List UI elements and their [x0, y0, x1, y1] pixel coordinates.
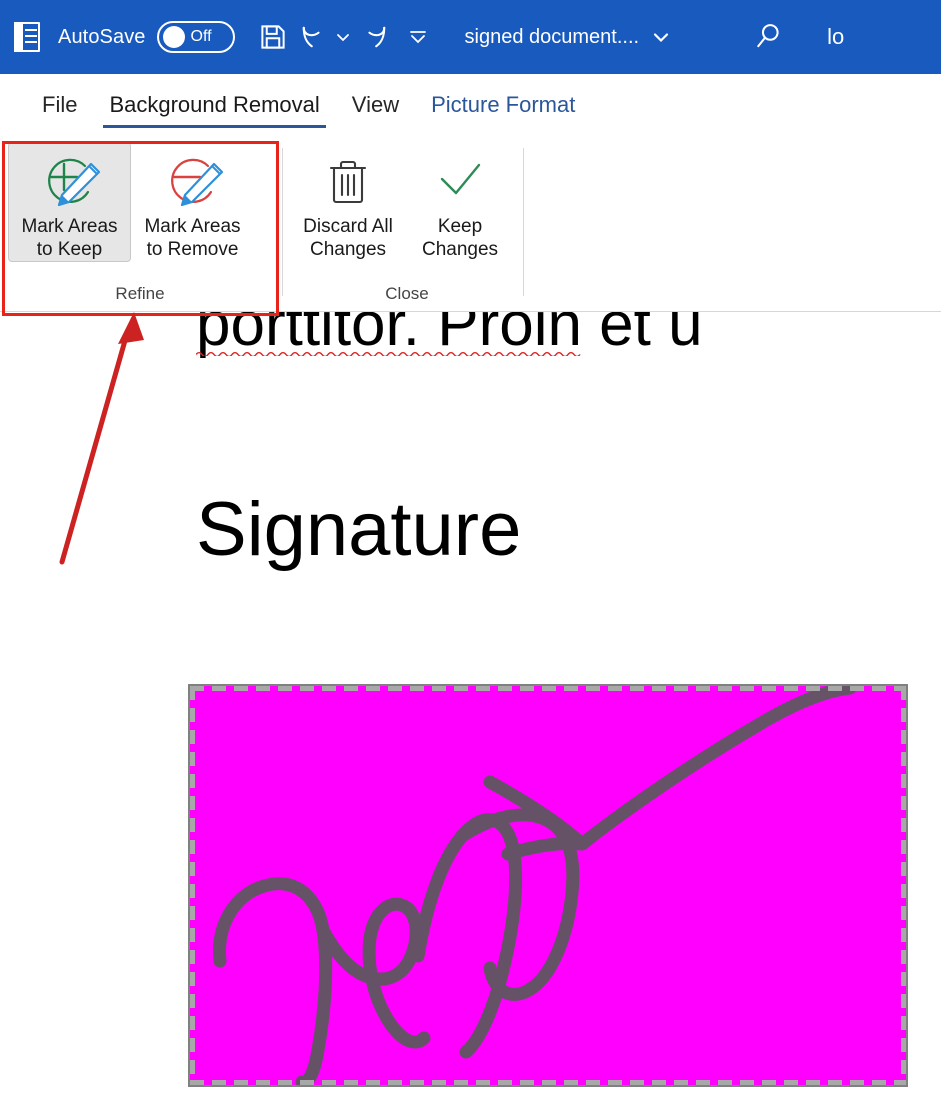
document-title: signed document....: [464, 25, 640, 48]
ribbon: Mark Areas to Keep Mark Areas to Remove: [0, 136, 941, 312]
keep-changes-label: Keep Changes: [421, 216, 499, 261]
customize-quick-access-toolbar-button[interactable]: [395, 10, 441, 64]
discard-all-changes-label: Discard All Changes: [303, 216, 393, 261]
word-icon: [10, 20, 44, 54]
tab-view[interactable]: View: [336, 80, 415, 130]
undo-button[interactable]: [295, 10, 331, 64]
selection-handle-bottom[interactable]: [190, 1080, 906, 1085]
group-divider: [523, 148, 524, 296]
save-icon: [260, 25, 285, 49]
spellcheck-underline: [196, 352, 581, 356]
mark-areas-to-keep-button[interactable]: Mark Areas to Keep: [8, 142, 131, 263]
checkmark-icon: [429, 151, 491, 215]
title-bar: AutoSave Off signed document.... lo: [0, 0, 941, 74]
search-button[interactable]: [743, 21, 793, 53]
selection-handle-left[interactable]: [190, 686, 195, 1085]
mark-areas-to-remove-button[interactable]: Mark Areas to Remove: [131, 142, 254, 262]
word-background-removal-window: AutoSave Off signed document.... lo File…: [0, 0, 941, 1107]
mark-areas-to-remove-label: Mark Areas to Remove: [144, 216, 241, 261]
search-icon: [757, 24, 779, 48]
ribbon-group-close-label: Close: [385, 284, 429, 303]
undo-icon: [302, 26, 320, 48]
autosave-toggle-knob: [162, 26, 185, 48]
mark-areas-to-remove-icon: [158, 151, 228, 215]
tab-picture-format[interactable]: Picture Format: [415, 80, 591, 130]
signature-image[interactable]: [188, 684, 908, 1087]
keep-changes-button[interactable]: Keep Changes: [404, 142, 516, 262]
document-heading: Signature: [196, 487, 522, 572]
signature-strokes: [213, 686, 857, 1085]
ribbon-group-refine-label: Refine: [115, 284, 165, 303]
account-name[interactable]: lo: [827, 24, 844, 50]
tab-background-removal[interactable]: Background Removal: [93, 80, 335, 130]
autosave-label: AutoSave: [58, 25, 146, 48]
trash-icon: [317, 151, 379, 215]
redo-button[interactable]: [355, 10, 395, 64]
mark-areas-to-keep-label: Mark Areas to Keep: [21, 216, 118, 261]
selection-handle-right[interactable]: [901, 686, 906, 1085]
ribbon-group-refine: Mark Areas to Keep Mark Areas to Remove: [8, 136, 272, 312]
undo-dropdown-button[interactable]: [331, 10, 355, 64]
document-title-button[interactable]: signed document....: [465, 26, 672, 49]
tab-file[interactable]: File: [26, 80, 93, 130]
redo-icon: [367, 26, 385, 48]
document-paragraph[interactable]: porttitor. Proin et u: [196, 312, 941, 374]
ribbon-group-close: Discard All Changes Keep Changes Close: [292, 136, 522, 312]
chevron-down-icon: [653, 33, 669, 43]
customize-quick-access-toolbar-icon: [409, 31, 426, 44]
autosave-control[interactable]: AutoSave Off: [58, 21, 235, 53]
autosave-toggle[interactable]: Off: [156, 21, 235, 53]
save-button[interactable]: [251, 10, 295, 64]
ribbon-tabs: File Background Removal View Picture For…: [0, 74, 941, 136]
autosave-state: Off: [190, 28, 212, 45]
selection-handle-top[interactable]: [190, 686, 906, 691]
group-divider: [282, 148, 283, 296]
mark-areas-to-keep-icon: [35, 151, 105, 215]
discard-all-changes-button[interactable]: Discard All Changes: [292, 142, 404, 262]
chevron-down-icon: [336, 34, 349, 42]
document-canvas[interactable]: porttitor. Proin et u Signature: [0, 312, 941, 1107]
